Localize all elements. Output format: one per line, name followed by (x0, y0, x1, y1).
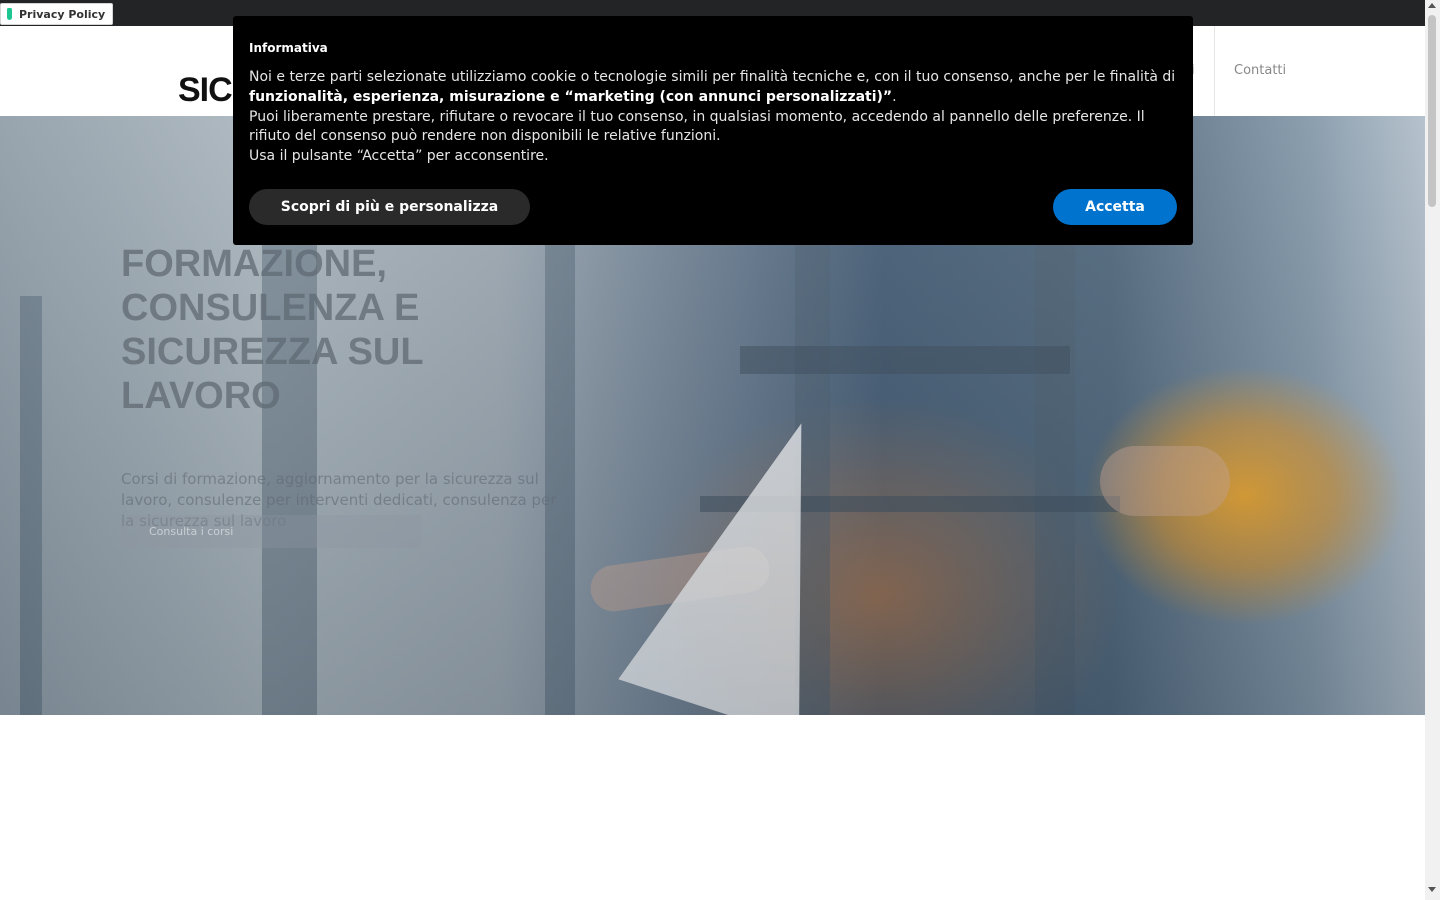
scrollbar-thumb[interactable] (1428, 15, 1436, 207)
cookie-text-line2: Puoi liberamente prestare, rifiutare o r… (249, 108, 1145, 145)
accept-button[interactable]: Accetta (1053, 189, 1177, 225)
nav-item-contatti[interactable]: Contatti (1234, 63, 1286, 78)
privacy-policy-badge[interactable]: Privacy Policy (0, 3, 114, 25)
privacy-policy-label: Privacy Policy (19, 7, 106, 21)
cookie-text-bold: funzionalità, esperienza, misurazione e … (249, 88, 893, 105)
cookie-text-line3: Usa il pulsante “Accetta” per acconsenti… (249, 148, 549, 165)
shield-icon (7, 8, 12, 20)
page: Privacy Policy SICU ti Contatti FORMAZIO… (0, 0, 1425, 900)
scroll-up-arrow-icon[interactable] (1428, 3, 1436, 8)
hero-title: FORMAZIONE, CONSULENZA E SICUREZZA SUL L… (121, 243, 423, 417)
cookie-text-part2: . (892, 88, 897, 105)
scroll-down-arrow-icon[interactable] (1428, 887, 1436, 892)
cookie-text-part1: Noi e terze parti selezionate utilizziam… (249, 69, 1176, 85)
cookie-banner-text: Noi e terze parti selezionate utilizziam… (249, 68, 1177, 167)
cookie-banner: Informativa Noi e terze parti selezionat… (233, 16, 1193, 245)
cookie-banner-title: Informativa (249, 41, 328, 55)
learn-more-customize-button[interactable]: Scopri di più e personalizza (249, 189, 530, 225)
page-scrollbar[interactable] (1425, 0, 1440, 900)
consult-courses-button[interactable]: Consulta i corsi (121, 515, 421, 548)
nav-divider (1214, 26, 1215, 116)
